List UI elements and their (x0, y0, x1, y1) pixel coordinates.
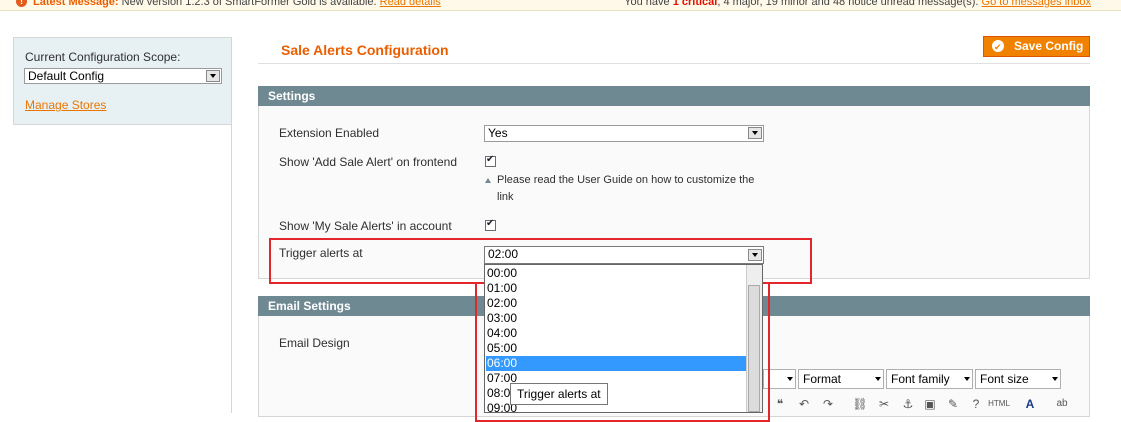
settings-section-header[interactable]: Settings (258, 86, 1090, 106)
scope-select[interactable]: Default Config (24, 68, 222, 84)
dropdown-option[interactable]: 04:00 (486, 326, 748, 341)
link-icon[interactable]: ⛓ (852, 396, 868, 412)
inbox-link[interactable]: Go to messages inbox (982, 0, 1091, 8)
summary-prefix: You have (624, 0, 670, 8)
dropdown-option[interactable]: 06:00 (486, 356, 748, 371)
minor-count: 19 minor (765, 0, 809, 8)
settings-header-label: Settings (268, 89, 316, 103)
note-triangle-icon (485, 178, 491, 183)
dropdown-option[interactable]: 03:00 (486, 311, 748, 326)
manage-stores-link[interactable]: Manage Stores (25, 98, 106, 112)
critical-count: 1 critical (672, 0, 718, 8)
scope-select-value: Default Config (28, 69, 105, 83)
dropdown-option[interactable]: 05:00 (486, 341, 748, 356)
text-color-icon[interactable]: A (1022, 396, 1038, 412)
save-config-button[interactable]: Save Config (983, 36, 1090, 57)
help-icon[interactable]: ? (968, 396, 984, 412)
title-divider (258, 63, 1090, 64)
notification-bar: ! Latest Message: New version 1.2.3 of S… (0, 0, 1121, 11)
extension-enabled-label: Extension Enabled (279, 126, 380, 140)
add-sale-alert-label: Show 'Add Sale Alert' on frontend (279, 155, 458, 169)
notification-text: New version 1.2.3 of SmartFormer Gold is… (121, 0, 377, 8)
dropdown-scrollbar[interactable] (746, 265, 762, 412)
chevron-down-icon (875, 377, 881, 381)
sidebar-divider (231, 38, 232, 413)
anchor-icon[interactable]: ⚓ (900, 396, 916, 412)
notice-count: 48 notice (832, 0, 878, 8)
extension-enabled-select[interactable]: Yes (484, 125, 764, 142)
chevron-down-icon (787, 377, 793, 381)
unlink-icon[interactable]: ✂ (876, 396, 892, 412)
read-details-link[interactable]: Read details (380, 0, 441, 8)
page-title: Sale Alerts Configuration (281, 42, 449, 58)
scope-switcher: Current Configuration Scope: Default Con… (13, 37, 232, 125)
extension-enabled-value: Yes (488, 126, 508, 140)
user-guide-note: Please read the User Guide on how to cus… (485, 172, 765, 206)
save-config-label: Save Config (1014, 39, 1084, 53)
chevron-down-icon (748, 127, 762, 139)
format-select-label: Format (803, 372, 842, 386)
add-sale-alert-checkbox[interactable] (485, 154, 496, 167)
font-size-select[interactable]: Font size (975, 369, 1061, 389)
quote-icon[interactable]: ❝ (772, 396, 788, 412)
dropdown-option[interactable]: 00:00 (486, 266, 748, 281)
font-size-label: Font size (980, 372, 1029, 386)
image-icon[interactable]: ▣ (922, 396, 938, 412)
checkmark-icon (992, 38, 1004, 57)
dropdown-option[interactable]: 02:00 (486, 296, 748, 311)
major-count: 4 major (723, 0, 760, 8)
scope-label: Current Configuration Scope: (25, 50, 181, 64)
my-sale-alerts-checkbox[interactable] (485, 218, 496, 231)
email-design-label: Email Design (279, 336, 350, 350)
redo-icon[interactable]: ↷ (820, 396, 836, 412)
user-guide-note-text: Please read the User Guide on how to cus… (497, 174, 755, 203)
notification-label: Latest Message: (33, 0, 119, 8)
font-family-select[interactable]: Font family (886, 369, 973, 389)
font-family-label: Font family (891, 372, 950, 386)
summary-suffix: unread message(s). (880, 0, 979, 8)
email-settings-header-label: Email Settings (268, 299, 351, 313)
chevron-down-icon (1052, 377, 1058, 381)
spellcheck-icon[interactable]: ab (1054, 396, 1070, 412)
my-sale-alerts-label: Show 'My Sale Alerts' in account (279, 219, 452, 233)
scrollbar-thumb[interactable] (748, 285, 760, 412)
dropdown-option[interactable]: 01:00 (486, 281, 748, 296)
undo-icon[interactable]: ↶ (796, 396, 812, 412)
warning-icon: ! (16, 0, 27, 7)
chevron-down-icon (964, 377, 970, 381)
cleanup-icon[interactable]: ✎ (945, 396, 961, 412)
chevron-down-icon (206, 70, 220, 82)
format-select[interactable]: Format (798, 369, 884, 389)
html-icon[interactable]: HTML (988, 396, 1010, 412)
tooltip: Trigger alerts at (510, 383, 608, 405)
